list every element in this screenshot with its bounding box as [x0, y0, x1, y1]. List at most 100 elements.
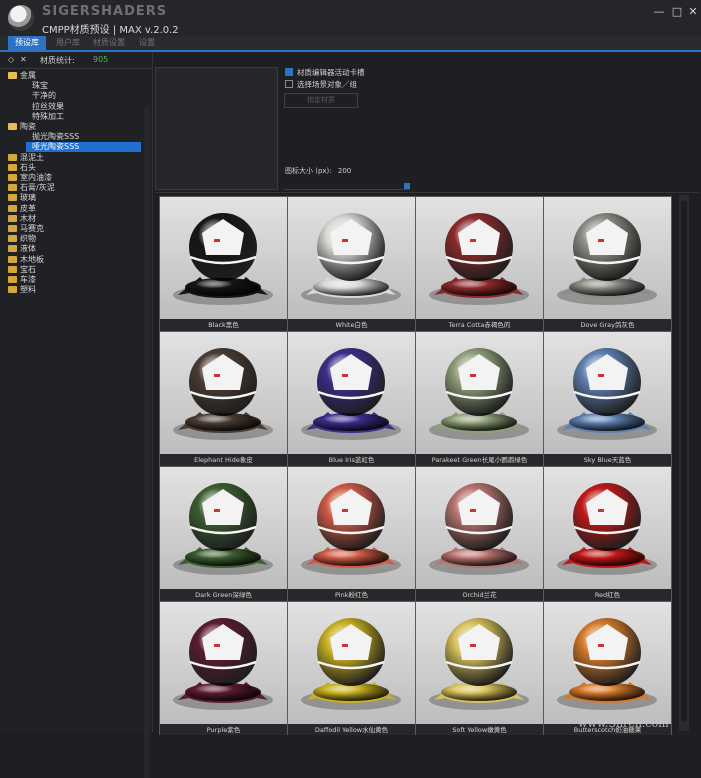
tree-item[interactable]: 宝石: [0, 265, 36, 275]
material-card[interactable]: Butterscotch奶油糖果: [543, 601, 672, 735]
grid-scrollbar[interactable]: [679, 195, 689, 731]
tab-presets[interactable]: 预设库: [8, 36, 46, 50]
material-thumbnail[interactable]: [544, 467, 671, 589]
tree-item[interactable]: 织物: [0, 234, 36, 244]
checkbox-active-slot[interactable]: [285, 68, 293, 76]
close-button[interactable]: ✕: [684, 4, 701, 20]
tree-item[interactable]: 干净的: [0, 91, 56, 101]
folder-icon: [8, 184, 17, 192]
tab-material-settings[interactable]: 材质设置: [88, 36, 130, 50]
tree-item[interactable]: 陶瓷: [0, 122, 36, 132]
material-sphere-icon: [429, 483, 529, 575]
material-thumbnail[interactable]: [288, 467, 415, 589]
material-card[interactable]: Black黑色: [159, 196, 288, 332]
material-thumbnail[interactable]: [288, 332, 415, 454]
tree-item-label: 石头: [20, 162, 36, 172]
tree-item[interactable]: 塑料: [0, 285, 36, 295]
material-card[interactable]: Dove Gray鸽灰色: [543, 196, 672, 332]
material-label: Orchid兰花: [416, 589, 543, 601]
tree-item[interactable]: 混泥土: [0, 153, 44, 163]
divider: [155, 192, 699, 193]
category-scrollbar[interactable]: [144, 108, 150, 778]
material-thumbnail[interactable]: [160, 602, 287, 724]
icon-size-slider[interactable]: [284, 183, 410, 190]
material-count-value: 905: [93, 55, 109, 64]
tree-item[interactable]: 石膏/灰泥: [0, 183, 55, 193]
tree-item[interactable]: 车漆: [0, 275, 36, 285]
tree-item-label: 车漆: [20, 275, 36, 284]
material-thumbnail[interactable]: [288, 602, 415, 724]
grid-scrollbar-thumb[interactable]: [681, 201, 687, 721]
material-sphere-icon: [557, 348, 657, 440]
material-sphere-icon: [301, 483, 401, 575]
material-card[interactable]: Elephant Hide象皮: [159, 331, 288, 467]
tree-item[interactable]: 马赛克: [0, 224, 44, 234]
tree-item[interactable]: 石头: [0, 163, 36, 173]
material-card[interactable]: Purple紫色: [159, 601, 288, 735]
material-label: Elephant Hide象皮: [160, 454, 287, 466]
material-thumbnail[interactable]: [544, 197, 671, 319]
material-sphere-icon: [429, 213, 529, 305]
tree-item-label: 干净的: [32, 91, 56, 101]
material-card[interactable]: Orchid兰花: [415, 466, 544, 602]
material-thumbnail[interactable]: [544, 602, 671, 724]
material-grid: Black黑色 White白色 Terra Cotta赤褐色的 Dove Gray鸽灰…: [155, 195, 675, 735]
tree-item[interactable]: 抛光陶瓷SSS: [0, 132, 79, 142]
option-active-slot[interactable]: 材质编辑器活动卡槽: [285, 67, 365, 78]
material-card[interactable]: White白色: [287, 196, 416, 332]
material-card[interactable]: Pink粉红色: [287, 466, 416, 602]
folder-icon: [8, 245, 17, 253]
material-thumbnail[interactable]: [416, 332, 543, 454]
checkbox-select-objects[interactable]: [285, 80, 293, 88]
app-brand: SIGERSHADERS: [42, 4, 168, 19]
material-label: Parakeet Green长尾小鹦鹉绿色: [416, 454, 543, 466]
collapse-icon[interactable]: ◇: [8, 55, 14, 64]
tree-item-label: 宝石: [20, 264, 36, 274]
material-card[interactable]: Red红色: [543, 466, 672, 602]
material-card[interactable]: Soft Yellow嫩黄色: [415, 601, 544, 735]
material-label: Red红色: [544, 589, 671, 601]
tree-item-label: 陶瓷: [20, 122, 36, 131]
tree-item[interactable]: 液体: [0, 244, 36, 254]
tree-item[interactable]: 玻璃: [0, 193, 36, 203]
category-panel: ◇ ✕ 材质统计: 905 金属 珠宝 干净的 拉丝效果 特殊加工 陶瓷 抛光陶瓷SSS 哑光…: [0, 52, 153, 778]
folder-open-icon: [8, 72, 17, 79]
clear-icon[interactable]: ✕: [20, 55, 27, 64]
material-thumbnail[interactable]: [160, 197, 287, 319]
material-thumbnail[interactable]: [160, 467, 287, 589]
material-card[interactable]: Sky Blue天蓝色: [543, 331, 672, 467]
material-card[interactable]: Dark Green深绿色: [159, 466, 288, 602]
tab-bar: 预设库 用户库 材质设置 设置: [0, 36, 701, 52]
tab-settings[interactable]: 设置: [132, 36, 162, 50]
material-label: Sky Blue天蓝色: [544, 454, 671, 466]
tree-item[interactable]: 哑光陶瓷SSS: [26, 142, 141, 153]
tree-item[interactable]: 特殊加工: [0, 112, 64, 122]
tree-item[interactable]: 珠宝: [0, 81, 48, 91]
material-thumbnail[interactable]: [416, 602, 543, 724]
material-thumbnail[interactable]: [288, 197, 415, 319]
icon-size-label: 图标大小 (px):: [285, 167, 332, 175]
folder-icon: [8, 174, 17, 181]
tree-item[interactable]: 皮革: [0, 204, 36, 214]
material-card[interactable]: Blue Iris蓝虹色: [287, 331, 416, 467]
assign-material-button[interactable]: 指定材质: [284, 93, 358, 108]
material-sphere-icon: [557, 213, 657, 305]
material-thumbnail[interactable]: [160, 332, 287, 454]
option-select-objects[interactable]: 选择场景对象／组: [285, 79, 357, 90]
material-thumbnail[interactable]: [416, 197, 543, 319]
tree-item[interactable]: 室内油漆: [0, 173, 52, 183]
tree-item[interactable]: 拉丝效果: [0, 102, 64, 112]
minimize-button[interactable]: —: [650, 4, 668, 20]
material-card[interactable]: Terra Cotta赤褐色的: [415, 196, 544, 332]
tree-item[interactable]: 木材: [0, 214, 36, 224]
material-card[interactable]: Parakeet Green长尾小鹦鹉绿色: [415, 331, 544, 467]
material-sphere-icon: [429, 618, 529, 710]
tab-user-library[interactable]: 用户库: [50, 36, 86, 50]
tree-item[interactable]: 木地板: [0, 255, 44, 265]
icon-size-slider-thumb[interactable]: [404, 183, 410, 189]
material-thumbnail[interactable]: [416, 467, 543, 589]
tree-item[interactable]: 金属: [0, 71, 36, 81]
material-thumbnail[interactable]: [544, 332, 671, 454]
material-card[interactable]: Daffodil Yellow水仙黄色: [287, 601, 416, 735]
tree-item-label: 混泥土: [20, 152, 44, 162]
